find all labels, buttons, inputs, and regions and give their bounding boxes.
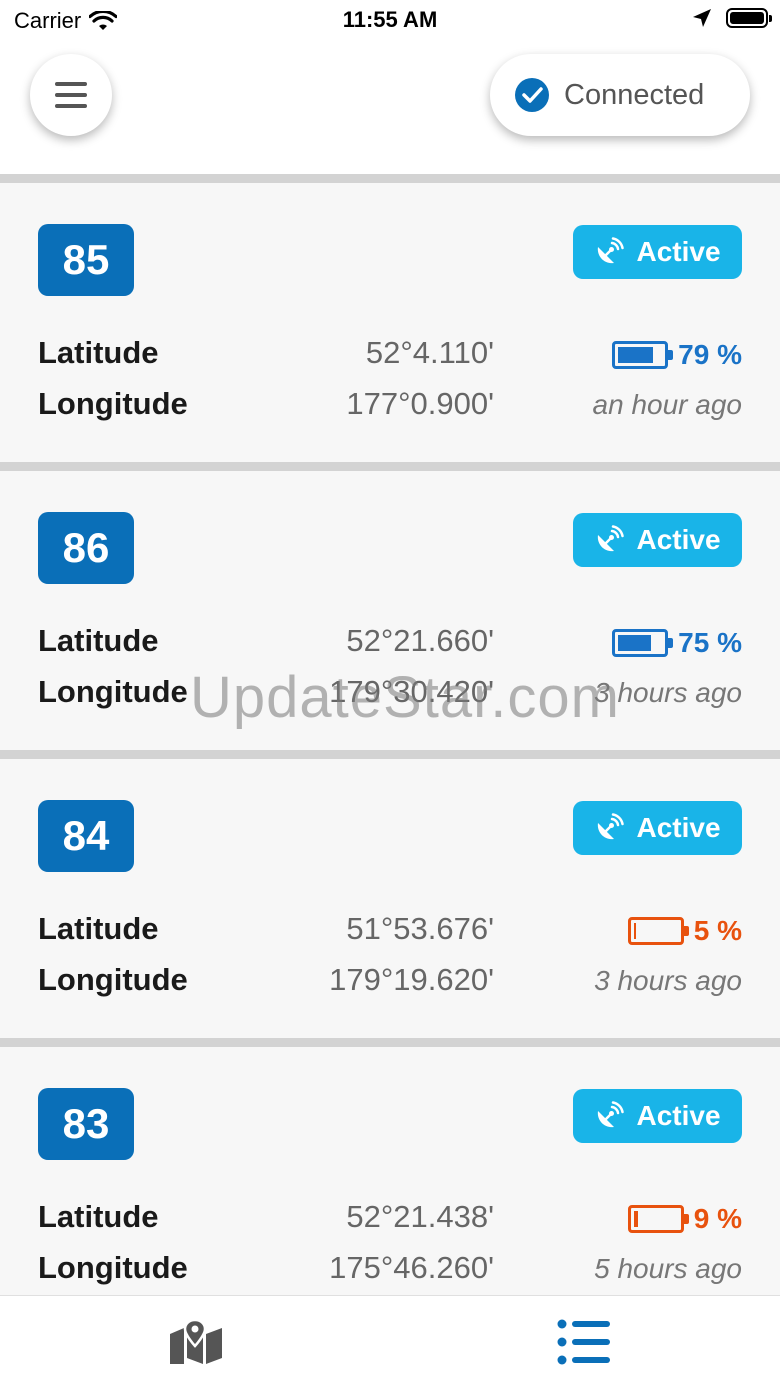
latitude-label: Latitude (38, 623, 159, 658)
longitude-value: 179°19.620' (329, 962, 494, 997)
connection-status-button[interactable]: Connected (490, 54, 750, 136)
latitude-value: 52°4.110' (365, 335, 494, 370)
longitude-label: Longitude (38, 962, 188, 997)
status-badge-label: Active (636, 236, 721, 267)
status-badge: Active (573, 801, 742, 855)
status-bar: Carrier 11:55 AM (0, 0, 780, 40)
latitude-label: Latitude (38, 335, 159, 370)
status-badge: Active (573, 513, 742, 567)
card-divider (0, 750, 780, 759)
battery-indicator: 9 % (627, 1203, 742, 1235)
status-badge-label: Active (636, 524, 721, 555)
card-divider (0, 174, 780, 183)
app-screen: Carrier 11:55 AM Connected 85 Active Lat… (0, 0, 780, 1387)
battery-icon (627, 917, 689, 945)
satellite-dish-icon (598, 237, 625, 264)
latitude-value: 52°21.438' (346, 1199, 494, 1234)
longitude-label: Longitude (38, 386, 188, 421)
device-card[interactable]: 85 Active Latitude Longitude 52°4.110' 177°0.… (0, 183, 780, 463)
satellite-dish-icon (598, 1101, 625, 1128)
device-id-badge: 83 (38, 1088, 134, 1160)
battery-indicator: 5 % (627, 915, 742, 947)
longitude-label: Longitude (38, 674, 188, 709)
watermark: UpdateStar.com (190, 665, 620, 730)
battery-percent: 9 % (693, 1203, 742, 1234)
last-seen-time: 3 hours ago (594, 965, 742, 996)
last-seen-time: 5 hours ago (594, 1253, 742, 1284)
longitude-value: 177°0.900' (346, 386, 494, 421)
status-badge: Active (573, 1089, 742, 1143)
longitude-label: Longitude (38, 1250, 188, 1285)
battery-icon (627, 1205, 689, 1233)
device-card[interactable]: 84 Active Latitude Longitude 51°53.676' 179°1… (0, 759, 780, 1039)
battery-indicator: 79 % (612, 339, 742, 371)
battery-percent: 79 % (678, 339, 742, 370)
battery-icon (612, 629, 674, 657)
location-arrow-icon (693, 9, 711, 27)
battery-indicator: 75 % (612, 627, 742, 659)
check-circle-icon (515, 78, 549, 112)
device-card[interactable]: 83 Active Latitude Longitude 52°21.438' 175°4… (0, 1047, 780, 1327)
latitude-value: 52°21.660' (346, 623, 494, 658)
battery-icon (612, 341, 674, 369)
map-pin-icon (170, 1318, 222, 1364)
last-seen-time: an hour ago (592, 389, 742, 420)
latitude-label: Latitude (38, 1199, 159, 1234)
latitude-value: 51°53.676' (346, 911, 494, 946)
device-id-badge: 85 (38, 224, 134, 296)
status-badge: Active (573, 225, 742, 279)
battery-percent: 75 % (678, 627, 742, 658)
latitude-label: Latitude (38, 911, 159, 946)
tab-map[interactable] (168, 1318, 224, 1366)
longitude-value: 175°46.260' (329, 1250, 494, 1285)
card-divider (0, 462, 780, 471)
status-badge-label: Active (636, 812, 721, 843)
status-right-group (692, 8, 772, 28)
list-icon (557, 1319, 610, 1365)
status-badge-label: Active (636, 1100, 721, 1131)
satellite-dish-icon (598, 525, 625, 552)
satellite-dish-icon (598, 813, 625, 840)
status-battery-icon (726, 8, 772, 28)
top-header: Connected (0, 40, 780, 174)
hamburger-icon (55, 82, 87, 108)
tab-bar (0, 1295, 780, 1387)
device-id-badge: 86 (38, 512, 134, 584)
menu-button[interactable] (30, 54, 112, 136)
status-time: 11:55 AM (342, 7, 438, 32)
card-divider (0, 1038, 780, 1047)
device-id-badge: 84 (38, 800, 134, 872)
battery-percent: 5 % (693, 915, 742, 946)
connection-status-label: Connected (564, 78, 705, 111)
tab-list[interactable] (556, 1318, 612, 1366)
